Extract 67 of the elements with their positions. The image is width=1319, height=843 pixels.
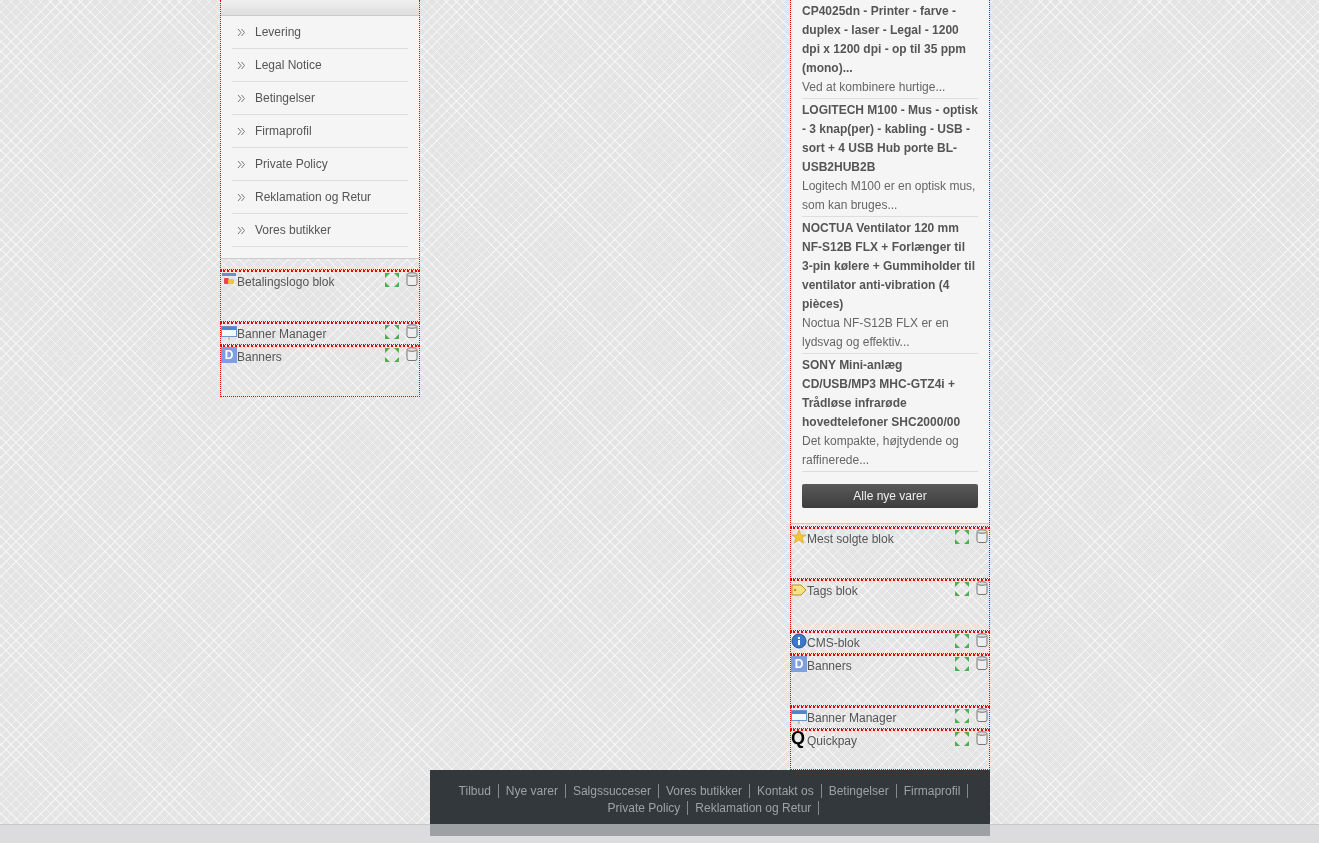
double-chevron-icon [237,192,246,202]
trash-icon[interactable] [406,272,418,286]
footer-link[interactable]: Vores butikker [658,784,750,798]
block-title: Betalingslogo blok [237,274,336,289]
move-icon[interactable] [384,347,400,363]
double-chevron-icon [237,60,246,70]
product-link[interactable]: SONY Mini-anlæg CD/USB/MP3 MHC-GTZ4i + Trådløse infrarøde hovedtelefoner SHC2000/00 [802,356,978,432]
product-link[interactable]: LOGITECH M100 - Mus - optisk - 3 knap(per) - kabling - USB - sort + 4 USB Hub porte BL-USB2HUB2B [802,101,978,177]
block-title: Tags blok [807,583,859,598]
block-title: CMS-blok [807,635,861,650]
trash-icon[interactable] [976,633,988,647]
trash-icon[interactable] [976,656,988,670]
move-icon[interactable] [384,324,400,340]
trash-icon[interactable] [976,581,988,595]
footer-link[interactable]: Reklamation og Retur [688,801,820,815]
window-icon [221,324,237,340]
trash-icon[interactable] [976,731,988,745]
letter-icon: Q [791,731,807,747]
double-chevron-icon [237,93,246,103]
star-icon [791,529,807,545]
window-icon [791,708,807,724]
footer-link[interactable]: Betingelser [821,784,897,798]
block-title: Banner Manager [807,710,898,725]
block-title: Mest solgte blok [807,531,895,546]
move-icon[interactable] [954,708,970,724]
trash-icon[interactable] [976,529,988,543]
info-icon [791,633,807,649]
block-title: Banners [237,349,283,364]
letter-icon: D [221,347,237,363]
trash-icon[interactable] [406,324,418,338]
menu-link[interactable]: Vores butikker [232,214,408,247]
move-icon[interactable] [954,581,970,597]
product-description: Det kompakte, højtydende og raffinerede... [802,433,960,469]
double-chevron-icon [237,27,246,37]
block-title: Quickpay [807,733,859,748]
product-link[interactable]: NOCTUA Ventilator 120 mm NF-S12B FLX + Forlænger til 3-pin kølere + Gummiholder til ventilator anti-vibration (4 pièces) [802,219,978,314]
move-icon[interactable] [954,731,970,747]
menu-link[interactable]: Firmaprofil [232,115,408,148]
menu-link[interactable]: Reklamation og Retur [232,181,408,214]
footer-link[interactable]: Kontakt os [749,784,822,798]
footer-link[interactable]: Tilbud [451,784,499,798]
menu-link[interactable]: Legal Notice [232,49,408,82]
footer-link[interactable]: Firmaprofil [896,784,969,798]
product-description: Logitech M100 er en optisk mus, som kan bruges... [802,178,977,214]
move-icon[interactable] [954,529,970,545]
footer-link[interactable]: Salgssucceser [565,784,659,798]
menu-link[interactable]: Levering [232,16,408,49]
menu-link[interactable]: Private Policy [232,148,408,181]
double-chevron-icon [237,126,246,136]
footer-link[interactable]: Private Policy [600,801,689,815]
letter-icon: D [791,656,807,672]
menu-link[interactable]: Betingelser [232,82,408,115]
product-link[interactable]: CP4025dn - Printer - farve - duplex - laser - Legal - 1200 dpi x 1200 dpi - op til 35 ppm (mono)... [802,2,978,78]
all-new-products-button[interactable]: Alle nye varer [802,484,978,508]
tag-icon [791,581,807,597]
product-description: Ved at kombinere hurtige... [802,79,947,96]
double-chevron-icon [237,225,246,235]
move-icon[interactable] [954,633,970,649]
footer-link[interactable]: Nye varer [498,784,566,798]
block-title: Banner Manager [237,326,328,341]
block-title: Banners [807,658,853,673]
trash-icon[interactable] [976,708,988,722]
trash-icon[interactable] [406,347,418,361]
product-description: Noctua NF-S12B FLX er en lydsvag og effektiv... [802,315,950,351]
double-chevron-icon [237,159,246,169]
move-icon[interactable] [384,272,400,288]
move-icon[interactable] [954,656,970,672]
